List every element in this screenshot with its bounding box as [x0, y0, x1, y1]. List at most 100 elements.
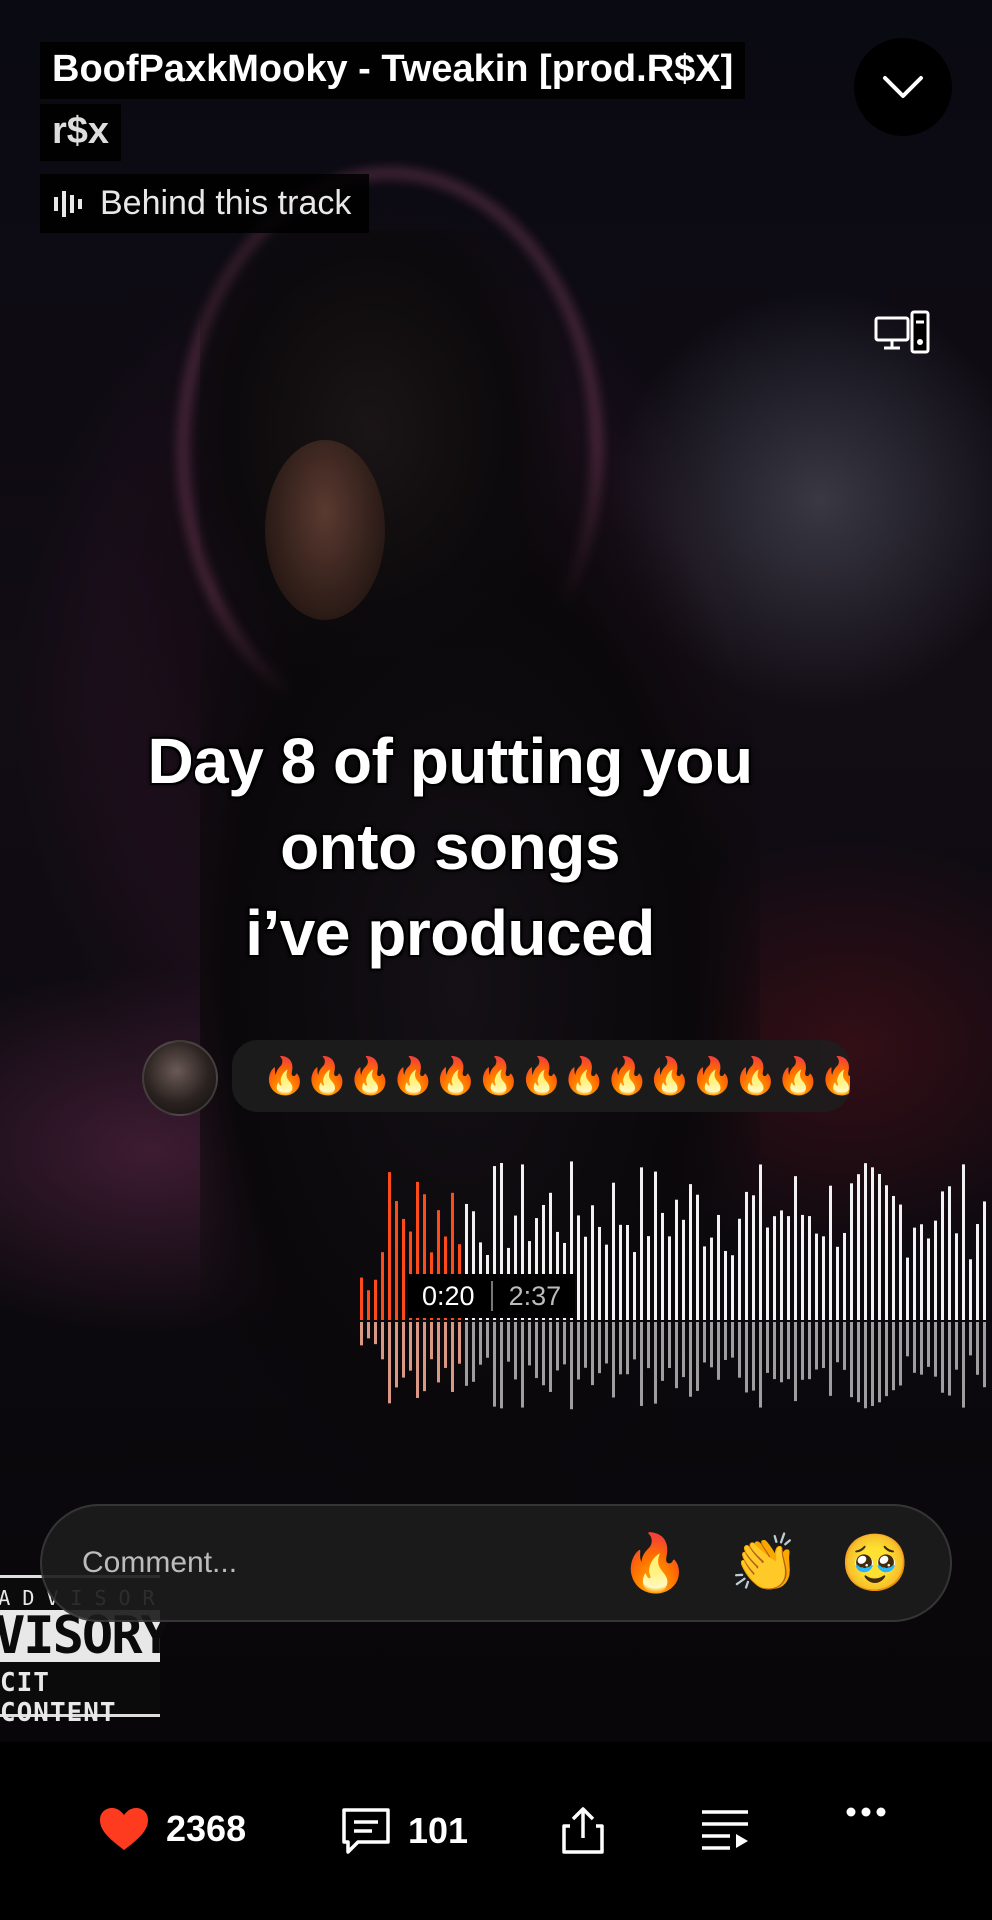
waveform-reflection-bar [640, 1322, 643, 1406]
waveform-bar [584, 1236, 587, 1320]
waveform-reflection-bar [878, 1322, 881, 1403]
waveform-reflection-bar [808, 1322, 811, 1380]
waveform-reflection-bar [388, 1322, 391, 1404]
like-count: 2368 [166, 1808, 247, 1849]
waveform-bar [836, 1246, 839, 1320]
waveform-bar [402, 1218, 405, 1320]
reaction-fire-button[interactable]: 🔥 [600, 1530, 710, 1596]
waveform-reflection-bar [367, 1322, 370, 1339]
waveform-reflection-bar [633, 1322, 636, 1360]
share-button[interactable] [560, 1806, 606, 1856]
waveform-reflection-bar [710, 1322, 713, 1368]
waveform-bar [801, 1214, 804, 1320]
waveform-bar [878, 1173, 881, 1320]
waveform-reflection-bar [626, 1322, 629, 1375]
waveform-bar [962, 1164, 965, 1320]
waveform-reflection-bar [731, 1322, 734, 1358]
comments-button[interactable]: 101 [340, 1806, 468, 1856]
waveform-bar [724, 1250, 727, 1320]
waveform-reflection-bar [983, 1322, 986, 1388]
comment-count: 101 [408, 1810, 469, 1851]
track-title[interactable]: BoofPaxkMooky - Tweakin [prod.R$X] [40, 42, 746, 99]
waveform-bar [934, 1220, 937, 1320]
waveform-reflection-bar [682, 1322, 685, 1378]
waveform-bar [948, 1186, 951, 1320]
waveform-bar [941, 1191, 944, 1320]
waveform-reflection-bar [836, 1322, 839, 1363]
waveform-reflection-bar [927, 1322, 930, 1367]
video-caption: Day 8 of putting you onto songs i’ve pro… [90, 718, 810, 976]
waveform-bar [871, 1167, 874, 1320]
waveform-bar [682, 1219, 685, 1320]
waveform-bar [843, 1232, 846, 1320]
waveform-reflection-bar [857, 1322, 860, 1403]
waveform-bar [927, 1238, 930, 1320]
waveform-bar [381, 1252, 384, 1320]
waveform-reflection-bar [598, 1322, 601, 1374]
waveform-reflection-bar [479, 1322, 482, 1365]
waveform-bar [738, 1218, 741, 1320]
waveform-reflection-bar [486, 1322, 489, 1358]
track-artist[interactable]: r$x [40, 104, 122, 161]
waveform-bar [913, 1227, 916, 1320]
waveform-bar [654, 1171, 657, 1320]
waveform-reflection-bar [500, 1322, 503, 1409]
comment-input[interactable]: Comment... [82, 1546, 600, 1580]
waveform-bar [598, 1226, 601, 1320]
cast-button[interactable] [874, 310, 930, 356]
waveform-reflection-bar [612, 1322, 615, 1398]
collapse-button[interactable] [854, 38, 952, 136]
waveform-reflection-bar [794, 1322, 797, 1402]
waveform-bar [773, 1216, 776, 1320]
like-button[interactable]: 2368 [98, 1806, 246, 1852]
waveform-reflection-bar [962, 1322, 965, 1408]
waveform-reflection-bar [444, 1322, 447, 1368]
waveform-bar [675, 1199, 678, 1320]
waveform-reflection-bar [759, 1322, 762, 1408]
waveform-bar [829, 1185, 832, 1320]
more-button[interactable] [846, 1806, 886, 1818]
waveform-reflection-bar [885, 1322, 888, 1397]
waveform-reflection-bar [591, 1322, 594, 1386]
waveform-bar [752, 1195, 755, 1320]
waveform-bar [710, 1237, 713, 1320]
waveform-bar [577, 1215, 580, 1320]
waveform-bar [731, 1255, 734, 1320]
waveform-reflection-bar [507, 1322, 510, 1362]
commenter-avatar[interactable] [142, 1040, 218, 1116]
timed-comment-bubble[interactable]: 🔥🔥🔥🔥🔥🔥🔥🔥🔥🔥🔥🔥🔥🔥! [232, 1040, 850, 1112]
waveform-reflection-bar [395, 1322, 398, 1388]
waveform-reflection-bar [360, 1322, 363, 1346]
waveform-reflection-bar [829, 1322, 832, 1396]
waveform-bar [976, 1224, 979, 1320]
queue-button[interactable] [700, 1806, 750, 1850]
waveform-bar [892, 1195, 895, 1320]
waveform-reflection-bar [787, 1322, 790, 1380]
waveform-reflection-bar [780, 1322, 783, 1383]
waveform-reflection-bar [696, 1322, 699, 1391]
waveform-reflection-bar [920, 1322, 923, 1375]
waveform-reflection-bar [675, 1322, 678, 1389]
waveform-reflection-bar [913, 1322, 916, 1373]
waveform-reflection-bar [535, 1322, 538, 1379]
reaction-touched-button[interactable]: 🥹 [820, 1530, 930, 1596]
waveform-bar [745, 1191, 748, 1320]
waveform-bar [815, 1233, 818, 1320]
waveform-bar [780, 1210, 783, 1320]
share-icon [562, 1807, 604, 1854]
waveform-reflection-bar [619, 1322, 622, 1375]
advisory-line-3: CIT CONTENT [0, 1668, 117, 1728]
waveform-reflection-bar [605, 1322, 608, 1364]
art-face [265, 440, 385, 620]
reaction-clap-button[interactable]: 👏 [710, 1530, 820, 1596]
waveform-reflection-bar [892, 1322, 895, 1391]
waveform-reflection-bar [801, 1322, 804, 1380]
behind-this-track-button[interactable]: Behind this track [40, 174, 370, 233]
caption-line-2: onto songs [280, 811, 620, 883]
playback-time: 0:20 2:37 [408, 1274, 576, 1318]
waveform-reflection-bar [528, 1322, 531, 1366]
waveform-reflection-bar [745, 1322, 748, 1393]
waveform-reflection-bar [458, 1322, 461, 1364]
waveform-reflection-bar [948, 1322, 951, 1396]
waveform-bar [647, 1236, 650, 1320]
